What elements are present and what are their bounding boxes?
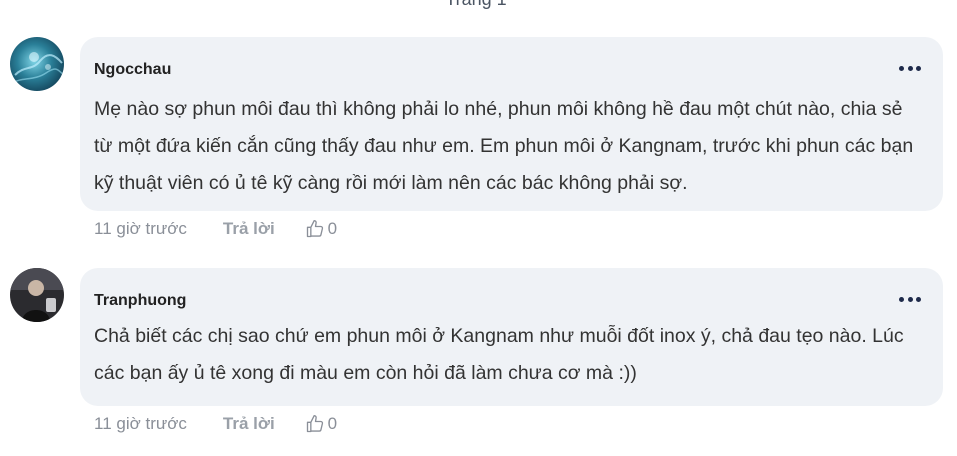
comment-time: 11 giờ trước [94,414,187,433]
like-button[interactable]: 0 [305,219,337,239]
avatar[interactable] [10,268,64,322]
comment-text: Chả biết các chị sao chứ em phun môi ở K… [94,325,904,384]
page-divider: Trang 1 [0,0,957,10]
like-button[interactable]: 0 [305,414,337,434]
comment-meta: 11 giờ trước Trả lời 0 [94,414,337,434]
thumbs-up-icon [306,220,323,238]
like-count: 0 [327,219,338,238]
comment-bubble: Ngocchau Mẹ nào sợ phun môi đau thì khôn… [80,37,943,211]
avatar-image [10,37,64,91]
comment-meta: 11 giờ trước Trả lời 0 [94,219,337,239]
comment-text: Mẹ nào sợ phun môi đau thì không phải lo… [94,98,914,194]
page-label: Trang 1 [405,0,547,10]
reply-button[interactable]: Trả lời [223,414,275,434]
more-options-icon[interactable] [899,63,921,73]
thumbs-up-icon [306,415,323,433]
avatar[interactable] [10,37,64,91]
like-count: 0 [327,414,338,433]
comment-time: 11 giờ trước [94,219,187,238]
comment-author[interactable]: Ngocchau [94,61,171,79]
more-options-icon[interactable] [899,294,921,304]
comment-author[interactable]: Tranphuong [94,292,186,310]
comment-bubble: Tranphuong Chả biết các chị sao chứ em p… [80,268,943,406]
avatar-image [10,268,64,322]
reply-button[interactable]: Trả lời [223,219,275,239]
